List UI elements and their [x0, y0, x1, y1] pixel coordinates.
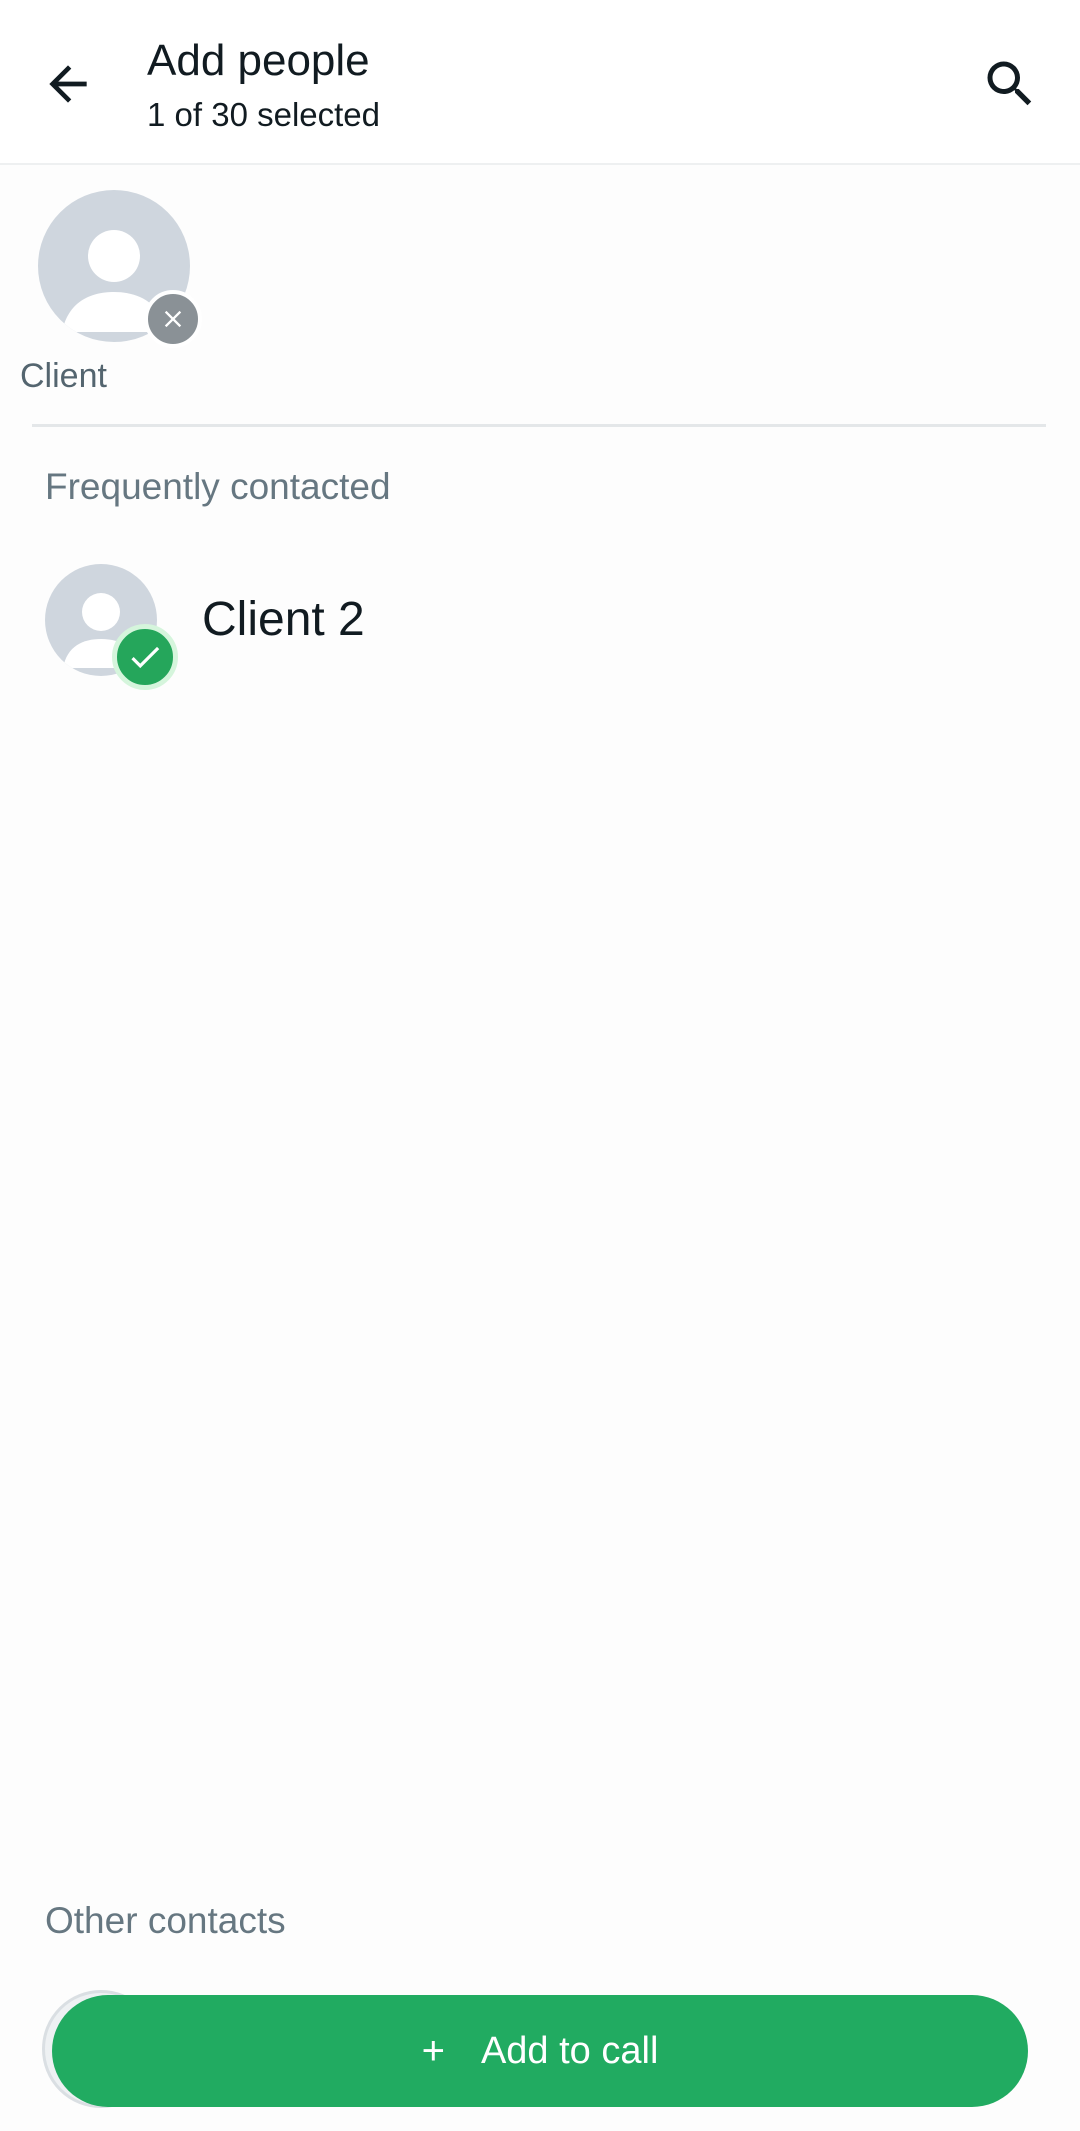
- search-icon: [987, 61, 1032, 106]
- selected-chip-label: Client: [20, 357, 107, 395]
- selection-count: 1 of 30 selected: [147, 96, 380, 133]
- remove-selected-button[interactable]: [144, 290, 202, 348]
- selected-check-badge: [112, 624, 178, 690]
- plus-icon: +: [421, 2029, 445, 2073]
- section-header-other: Other contacts: [45, 1900, 286, 1941]
- add-to-call-label: Add to call: [480, 2029, 659, 2072]
- search-button[interactable]: [968, 44, 1052, 124]
- add-to-call-button[interactable]: + Add to call: [52, 1995, 1028, 2107]
- section-header-frequent: Frequently contacted: [45, 466, 391, 507]
- divider: [32, 424, 1046, 427]
- close-icon: [164, 310, 182, 328]
- back-button[interactable]: [28, 44, 108, 124]
- list-item[interactable]: Client 2: [0, 548, 1080, 698]
- contact-name: Client 2: [202, 593, 365, 646]
- page-title: Add people: [147, 36, 370, 85]
- app-bar: Add people 1 of 30 selected: [0, 0, 1080, 165]
- arrow-left-icon: [49, 65, 87, 103]
- check-icon: [131, 646, 160, 669]
